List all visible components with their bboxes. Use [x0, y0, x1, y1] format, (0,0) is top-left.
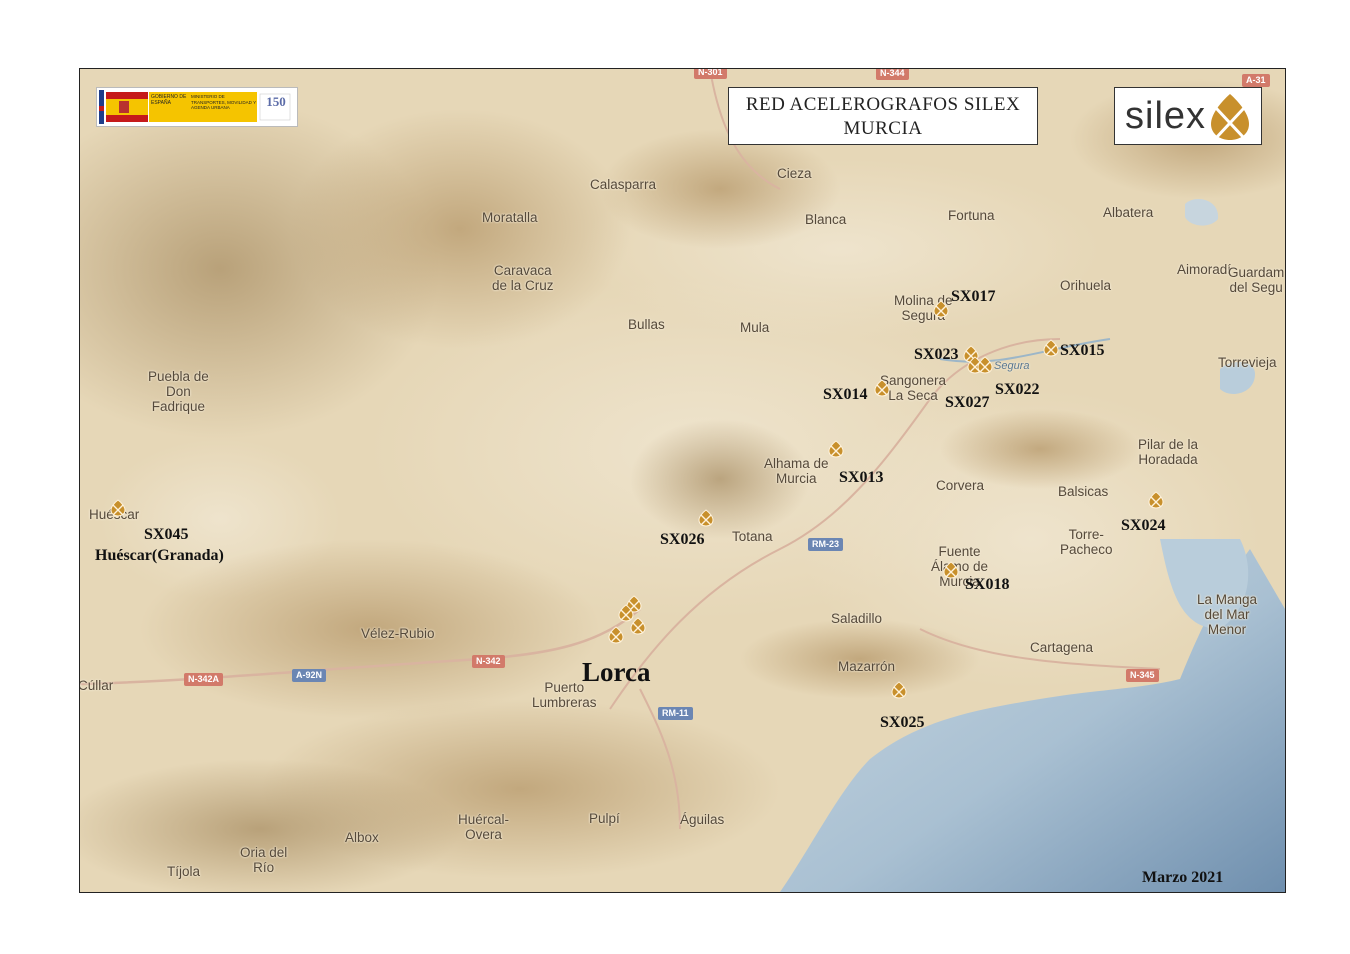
- station-marker-icon: [1148, 491, 1164, 509]
- station-marker-icon: [698, 509, 714, 527]
- place-label: Moratalla: [482, 210, 538, 225]
- ministry-logo: GOBIERNO DE ESPAÑA MINISTERIO DE TRANSPO…: [96, 87, 298, 127]
- station-marker-icon: [630, 617, 646, 635]
- map-title-box: RED ACELEROGRAFOS SILEX MURCIA: [728, 87, 1038, 145]
- place-label: Fortuna: [948, 208, 995, 223]
- main-city-label: Lorca: [582, 657, 651, 687]
- place-label: Pulpí: [589, 811, 620, 826]
- station-marker-icon: [110, 499, 126, 517]
- place-label: Mula: [740, 320, 770, 335]
- station-label: SX022: [995, 381, 1040, 398]
- place-label: Tíjola: [167, 864, 201, 879]
- place-label: Oria del Río: [240, 845, 288, 875]
- place-label: Segura: [994, 360, 1030, 372]
- place-label: Albatera: [1103, 205, 1154, 220]
- station-marker-icon: [874, 379, 890, 397]
- ministry-text-2: MINISTERIO DE TRANSPORTES, MOVILIDAD Y A…: [191, 94, 257, 110]
- station-marker-icon: [933, 300, 949, 318]
- road-badge: RM-23: [808, 538, 844, 551]
- place-label: Corvera: [936, 478, 985, 493]
- place-label: Cúllar: [79, 678, 114, 693]
- place-label: Pilar de la Horadada: [1138, 437, 1199, 467]
- station-label: SX026: [660, 531, 705, 548]
- terrain-base: [80, 69, 1285, 892]
- place-label: Huércal- Overa: [458, 812, 510, 842]
- ministry-text-1: GOBIERNO DE ESPAÑA: [151, 94, 187, 106]
- place-label: Bullas: [628, 317, 665, 332]
- station-marker-icon: [1043, 339, 1059, 357]
- place-label: Alhama de Murcia: [764, 456, 829, 486]
- road-badge: A-31: [1242, 74, 1270, 87]
- silex-drop-icon: [1211, 94, 1249, 140]
- station-label: SX024: [1121, 517, 1166, 534]
- place-label: Guardam del Segu: [1228, 265, 1285, 295]
- place-label: Torre- Pacheco: [1060, 527, 1113, 557]
- silex-logo-text: silex: [1125, 95, 1207, 137]
- station-label: SX023: [914, 346, 959, 363]
- place-label: Blanca: [805, 212, 847, 227]
- place-label: Cartagena: [1030, 640, 1094, 655]
- map-date: Marzo 2021: [1142, 869, 1224, 886]
- place-label: Caravaca de la Cruz: [492, 263, 554, 293]
- road-badge: A-92N: [292, 669, 327, 682]
- map-subtitle: MURCIA: [843, 118, 923, 139]
- place-label: Puebla de Don Fadrique: [148, 369, 209, 414]
- road-badge: N-342A: [184, 673, 224, 686]
- station-label: SX027: [945, 394, 990, 411]
- silex-logo: silex: [1114, 87, 1262, 145]
- place-label: Totana: [732, 529, 773, 544]
- map-frame: Calasparra Cieza Moratalla Blanca Fortun…: [79, 68, 1286, 893]
- station-label: SX018: [965, 576, 1010, 593]
- station-label: SX015: [1060, 342, 1105, 359]
- place-label: Cieza: [777, 166, 812, 181]
- place-label: Albox: [345, 830, 379, 845]
- place-label: Vélez-Rubio: [361, 626, 435, 641]
- station-label: SX025: [880, 714, 925, 731]
- place-label: Saladillo: [831, 611, 883, 626]
- station-marker-icon: [608, 626, 624, 644]
- map-title: RED ACELEROGRAFOS SILEX: [745, 94, 1021, 115]
- station-marker-icon: [943, 561, 959, 579]
- place-label: La Manga del Mar Menor: [1197, 592, 1258, 637]
- place-label: Mazarrón: [838, 659, 896, 674]
- station-label: SX045: [144, 526, 189, 543]
- road-badge: N-342: [472, 655, 505, 668]
- place-label: Orihuela: [1060, 278, 1112, 293]
- road-badge: N-345: [1126, 669, 1159, 682]
- station-label: SX014: [823, 386, 868, 403]
- place-label: Torrevieja: [1218, 355, 1277, 370]
- road-badge: RM-11: [658, 707, 693, 720]
- station-label: SX017: [951, 288, 996, 305]
- road-badge: N-301: [694, 69, 727, 79]
- station-marker-icon: [891, 681, 907, 699]
- place-label: Balsicas: [1058, 484, 1109, 499]
- station-label: SX013: [839, 469, 884, 486]
- place-label: Águilas: [680, 812, 725, 827]
- station-marker-icon: [828, 440, 844, 458]
- place-label: Calasparra: [590, 177, 657, 192]
- station-marker-icon: [977, 356, 993, 374]
- place-label: Aimoradí: [1177, 262, 1232, 277]
- ministry-badge: 150: [266, 94, 286, 109]
- road-badge: N-344: [876, 69, 909, 80]
- huescar-station-name: Huéscar(Granada): [95, 547, 224, 564]
